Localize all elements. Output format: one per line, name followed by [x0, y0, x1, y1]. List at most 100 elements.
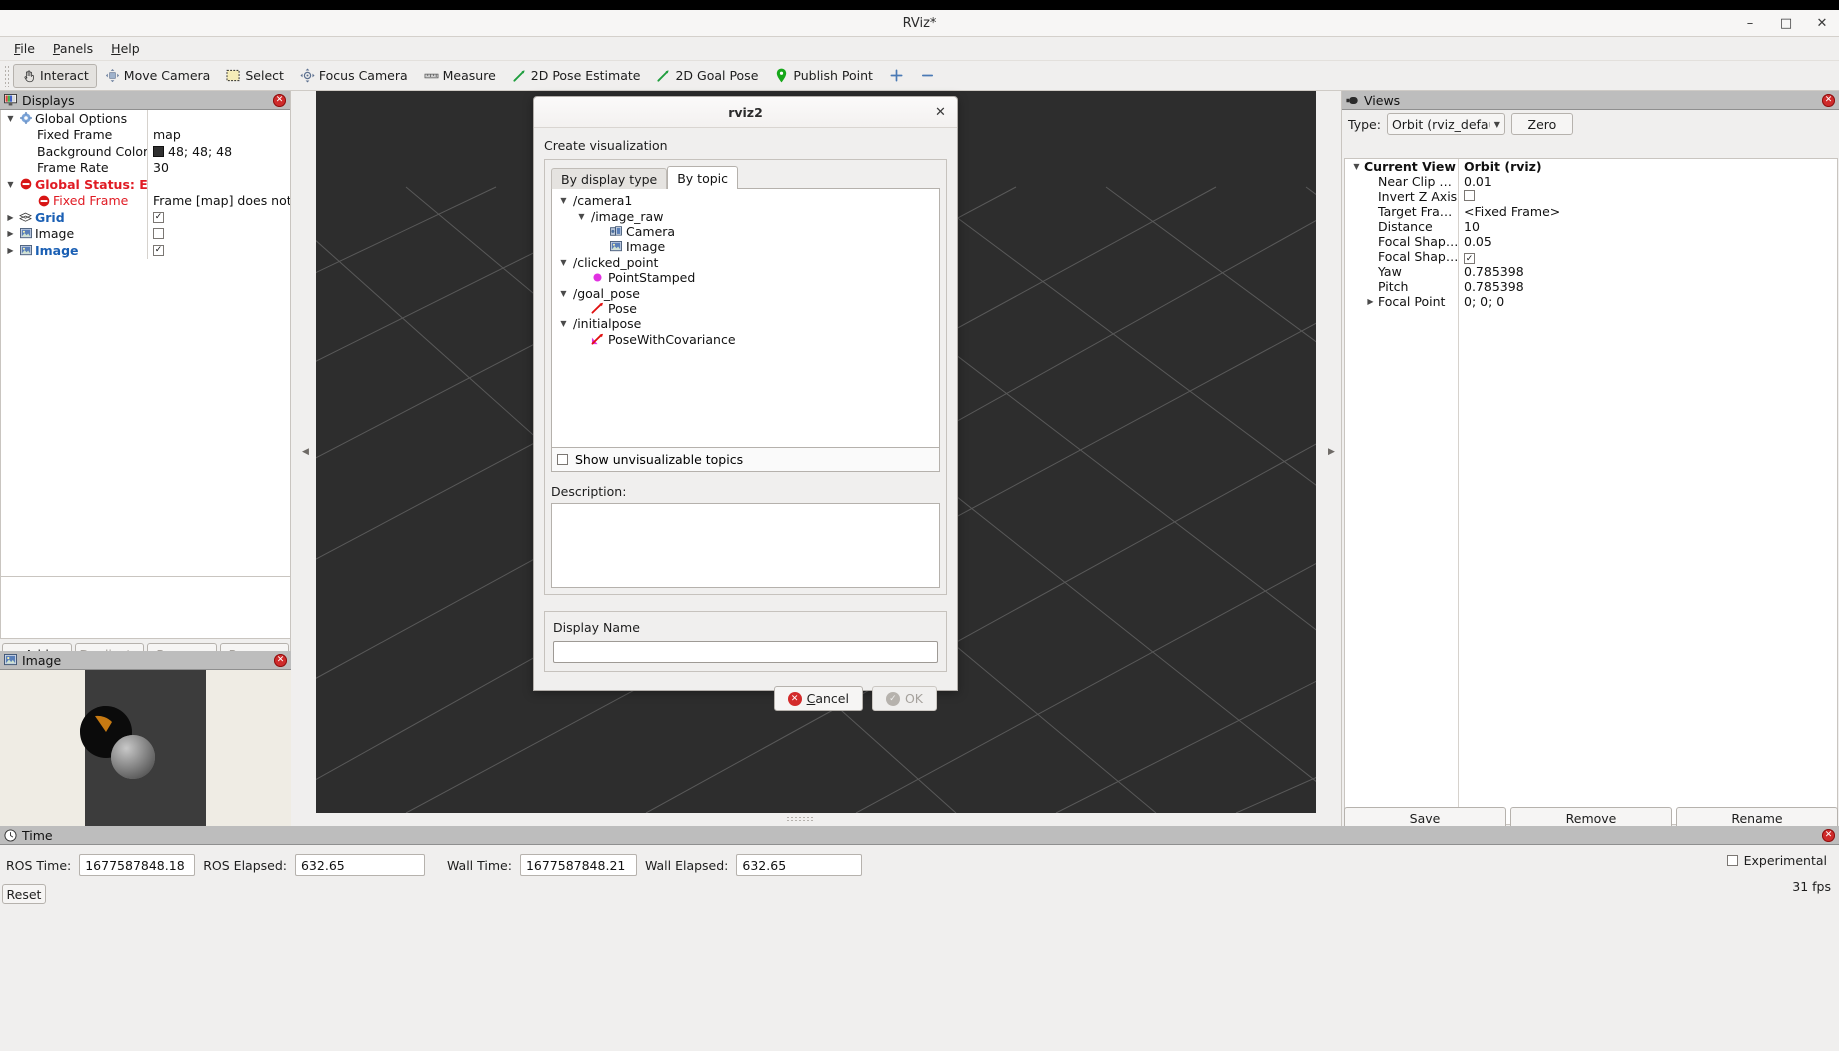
- tool-add-tool[interactable]: [881, 64, 912, 88]
- close-icon[interactable]: ✕: [273, 93, 286, 107]
- tab-by-display-type[interactable]: By display type: [551, 168, 668, 189]
- menu-help[interactable]: Help: [103, 38, 148, 59]
- views-tree-row[interactable]: Focal Shap… 0.05: [1345, 234, 1837, 249]
- view-type-select[interactable]: Orbit (rviz_defau ▼: [1386, 113, 1505, 135]
- ros-elapsed-input[interactable]: 632.65: [294, 854, 425, 876]
- experimental-toggle[interactable]: Experimental: [1726, 853, 1827, 868]
- topic-tree-row[interactable]: /initialpose: [552, 316, 939, 331]
- displays-row-value[interactable]: [147, 176, 290, 193]
- expander-down-icon[interactable]: [558, 196, 569, 205]
- expander-down-icon[interactable]: [576, 212, 587, 221]
- close-icon[interactable]: ✕: [932, 104, 949, 121]
- display-enable-checkbox[interactable]: ✓: [153, 244, 164, 256]
- tool-select[interactable]: Select: [218, 64, 292, 88]
- topic-tree-row[interactable]: Pose: [552, 301, 939, 316]
- ok-button[interactable]: ✓ OK: [871, 686, 937, 711]
- views-tree-row[interactable]: Current View Orbit (rviz): [1345, 159, 1837, 174]
- views-row-value[interactable]: 0.01: [1458, 174, 1837, 189]
- views-row-checkbox[interactable]: [1464, 190, 1475, 201]
- experimental-checkbox[interactable]: [1726, 855, 1738, 866]
- displays-row-value[interactable]: map: [147, 126, 290, 143]
- tool-2d-pose-estimate[interactable]: 2D Pose Estimate: [504, 64, 649, 88]
- views-row-value[interactable]: 10: [1458, 219, 1837, 234]
- close-icon[interactable]: ✕: [274, 653, 287, 667]
- views-row-value[interactable]: <Fixed Frame>: [1458, 204, 1837, 219]
- views-tree[interactable]: Current View Orbit (rviz) Near Clip … 0.01 I…: [1344, 158, 1838, 825]
- displays-row-value[interactable]: [147, 110, 290, 127]
- displays-row-value[interactable]: Frame [map] does not…: [147, 192, 290, 209]
- views-tree-row[interactable]: Focal Point 0; 0; 0: [1345, 294, 1837, 309]
- displays-tree-row[interactable]: Global Options: [1, 110, 290, 127]
- displays-tree-row[interactable]: Frame Rate 30: [1, 159, 290, 176]
- displays-tree-row[interactable]: Fixed Frame map: [1, 126, 290, 143]
- tab-by-topic[interactable]: By topic: [667, 166, 739, 189]
- zero-button[interactable]: Zero: [1510, 113, 1573, 135]
- displays-tree[interactable]: Global OptionsFixed FramemapBackground C…: [0, 110, 291, 577]
- views-tree-row[interactable]: Near Clip … 0.01: [1345, 174, 1837, 189]
- displays-row-value[interactable]: ✓: [147, 242, 290, 259]
- views-tree-row[interactable]: Invert Z Axis: [1345, 189, 1837, 204]
- expander-down-icon[interactable]: [5, 180, 16, 189]
- wall-time-input[interactable]: 1677587848.21: [519, 854, 637, 876]
- expander-down-icon[interactable]: [5, 114, 16, 123]
- topic-tree[interactable]: /camera1/image_rawCameraImage/clicked_po…: [551, 188, 940, 448]
- views-tree-row[interactable]: Target Fra… <Fixed Frame>: [1345, 204, 1837, 219]
- topic-tree-row[interactable]: PointStamped: [552, 270, 939, 285]
- expander-down-icon[interactable]: [558, 258, 569, 267]
- views-row-value[interactable]: 0.785398: [1458, 279, 1837, 294]
- topic-tree-row[interactable]: /clicked_point: [552, 255, 939, 270]
- displays-row-value[interactable]: 30: [147, 159, 290, 176]
- topic-tree-row[interactable]: Camera: [552, 224, 939, 239]
- tool-publish-point[interactable]: Publish Point: [766, 64, 881, 88]
- close-icon[interactable]: ✕: [1811, 13, 1833, 35]
- topic-tree-row[interactable]: /image_raw: [552, 208, 939, 224]
- expander-down-icon[interactable]: [558, 289, 569, 298]
- expander-down-icon[interactable]: [558, 319, 569, 328]
- display-name-input[interactable]: [553, 641, 938, 663]
- displays-tree-row[interactable]: Global Status: E…: [1, 176, 290, 193]
- display-enable-checkbox[interactable]: ✓: [153, 211, 164, 223]
- right-dock-splitter-handle[interactable]: ▶: [1327, 91, 1336, 813]
- displays-row-value[interactable]: [147, 225, 290, 242]
- minimize-icon[interactable]: –: [1739, 13, 1761, 35]
- displays-tree-row[interactable]: Background Color 48; 48; 48: [1, 143, 290, 160]
- show-unvisualizable-checkbox[interactable]: [557, 454, 568, 465]
- topic-tree-row[interactable]: PoseWithCovariance: [552, 332, 939, 347]
- expander-right-icon[interactable]: [1365, 297, 1376, 306]
- displays-tree-row[interactable]: Fixed Frame Frame [map] does not…: [1, 192, 290, 209]
- displays-tree-row[interactable]: Grid ✓: [1, 209, 290, 226]
- topic-tree-row[interactable]: Image: [552, 239, 939, 254]
- views-row-checkbox[interactable]: ✓: [1464, 253, 1475, 265]
- views-tree-row[interactable]: Distance 10: [1345, 219, 1837, 234]
- wall-elapsed-input[interactable]: 632.65: [736, 854, 863, 876]
- display-enable-checkbox[interactable]: [153, 228, 164, 240]
- expander-right-icon[interactable]: [5, 213, 16, 222]
- tool-2d-goal-pose[interactable]: 2D Goal Pose: [648, 64, 766, 88]
- maximize-icon[interactable]: □: [1775, 13, 1797, 35]
- left-dock-splitter-handle[interactable]: ◀: [301, 91, 310, 813]
- tool-remove-tool[interactable]: [912, 64, 943, 88]
- close-icon[interactable]: ✕: [1822, 93, 1835, 107]
- tool-interact[interactable]: Interact: [13, 63, 97, 88]
- views-tree-row[interactable]: Focal Shap… ✓: [1345, 249, 1837, 265]
- tool-measure[interactable]: Measure: [416, 64, 504, 88]
- views-tree-row[interactable]: Pitch 0.785398: [1345, 279, 1837, 294]
- menu-file[interactable]: File: [6, 38, 43, 59]
- reset-button[interactable]: Reset: [2, 884, 46, 904]
- show-unvisualizable-row[interactable]: Show unvisualizable topics: [551, 448, 940, 472]
- views-row-value[interactable]: 0; 0; 0: [1458, 294, 1837, 309]
- views-row-value[interactable]: 0.05: [1458, 234, 1837, 249]
- image-render-area[interactable]: [0, 670, 291, 826]
- toolbar-grip[interactable]: [4, 64, 11, 87]
- bottom-splitter-handle[interactable]: [786, 816, 814, 821]
- displays-tree-row[interactable]: Image ✓: [1, 242, 290, 259]
- displays-tree-row[interactable]: Image: [1, 225, 290, 242]
- tool-move-camera[interactable]: Move Camera: [97, 64, 219, 88]
- menu-panels[interactable]: Panels: [45, 38, 101, 59]
- displays-row-value[interactable]: ✓: [147, 209, 290, 226]
- topic-tree-row[interactable]: /goal_pose: [552, 285, 939, 301]
- cancel-button[interactable]: ✕ Cancel: [773, 686, 863, 711]
- views-row-value[interactable]: ✓: [1458, 249, 1837, 265]
- tool-focus-camera[interactable]: Focus Camera: [292, 64, 416, 88]
- close-icon[interactable]: ✕: [1822, 828, 1835, 842]
